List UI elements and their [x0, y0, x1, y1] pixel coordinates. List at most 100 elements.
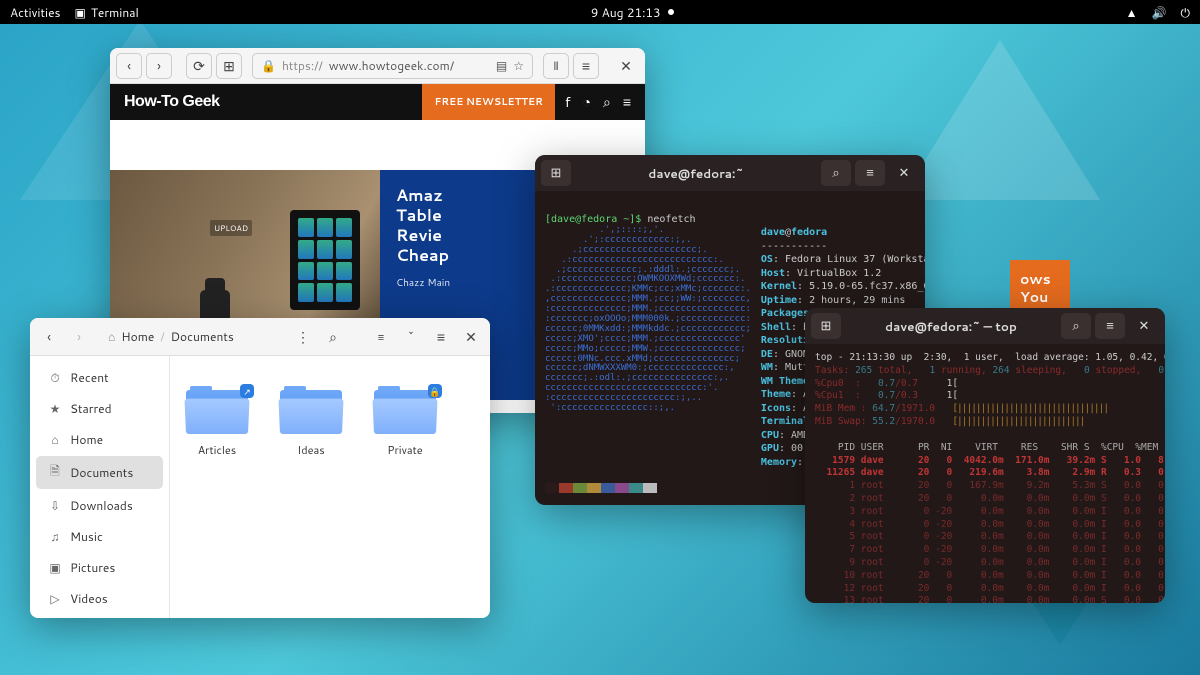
- sidebar-item-icon: 🗎: [48, 462, 62, 483]
- shortcut-badge-icon: ↗: [240, 384, 254, 398]
- terminal-top-window: ⊞ dave@fedora:~ — top ⌕ ≡ ✕ top - 21:13:…: [805, 308, 1165, 603]
- sidebar-item-music[interactable]: ♫ Music: [36, 522, 163, 551]
- power-icon[interactable]: ⏻: [1181, 4, 1191, 21]
- clock-button[interactable]: 9 Aug 21:13: [591, 4, 674, 21]
- sidebar-item-icon: ▷: [48, 590, 62, 607]
- terminal1-close-button[interactable]: ✕: [889, 160, 919, 186]
- folder-ideas[interactable]: Ideas: [280, 386, 342, 458]
- breadcrumb-home[interactable]: Home: [121, 328, 154, 345]
- list-view-button[interactable]: ≡: [368, 324, 394, 350]
- sidebar-item-wastebasket[interactable]: 🗑Wastebasket: [36, 615, 163, 618]
- command: neofetch: [647, 214, 695, 225]
- sidebar-item-icon: ⌂: [48, 431, 62, 448]
- neofetch-ascii: .',;::::;,'. .';:cccccccccccc:;,. .;cccc…: [545, 226, 751, 469]
- folder-label: Articles: [198, 442, 237, 458]
- folder-icon: ↗: [186, 386, 248, 434]
- browser-titlebar: ‹ › ⟳ ⊞ 🔒 https:// www.howtogeek.com/ ▤ ☆…: [110, 48, 645, 84]
- folder-articles[interactable]: ↗ Articles: [186, 386, 248, 458]
- files-forward-button[interactable]: ›: [66, 324, 92, 350]
- site-logo[interactable]: How-To Geek: [124, 93, 220, 111]
- activities-button[interactable]: Activities: [10, 4, 61, 21]
- twitter-icon[interactable]: ◔: [583, 92, 591, 112]
- site-header: How-To Geek FREE NEWSLETTER f ◔ ⌕ ≡: [110, 84, 645, 120]
- notification-dot-icon: [668, 9, 674, 15]
- sidebar-item-recent[interactable]: ⏱ Recent: [36, 363, 163, 392]
- path-menu-button[interactable]: ⋮: [290, 324, 316, 350]
- url-prefix: https://: [282, 57, 323, 74]
- search-icon[interactable]: ⌕: [603, 92, 611, 112]
- sidebar-item-icon: ▣: [48, 559, 62, 576]
- breadcrumb[interactable]: ⌂ Home / Documents: [108, 328, 234, 345]
- clock-label: 9 Aug 21:13: [591, 4, 661, 21]
- files-content[interactable]: ↗ArticlesIdeas🔒Private: [170, 356, 490, 618]
- files-sidebar: ⏱ Recent ★ Starred ⌂ Home 🗎 Documents ⇩ Downloads…: [30, 356, 170, 618]
- files-titlebar: ‹ › ⌂ Home / Documents ⋮ ⌕ ≡ ˇ ≡ ✕: [30, 318, 490, 356]
- site-menu-icon[interactable]: ≡: [623, 92, 631, 112]
- terminal-new-tab-button[interactable]: ⊞: [811, 313, 841, 339]
- terminal-search-button[interactable]: ⌕: [821, 160, 851, 186]
- new-tab-button[interactable]: ⊞: [216, 53, 242, 79]
- sidebar-item-icon: ★: [48, 400, 62, 417]
- terminal-search-button[interactable]: ⌕: [1061, 313, 1091, 339]
- sidebar-item-starred[interactable]: ★ Starred: [36, 394, 163, 423]
- sidebar-item-icon: ⏱: [48, 369, 62, 386]
- sidebar-item-label: Home: [70, 431, 103, 448]
- terminal-menu-button[interactable]: ≡: [855, 160, 885, 186]
- files-window: ‹ › ⌂ Home / Documents ⋮ ⌕ ≡ ˇ ≡ ✕ ⏱ Rece…: [30, 318, 490, 618]
- terminal2-titlebar: ⊞ dave@fedora:~ — top ⌕ ≡ ✕: [805, 308, 1165, 344]
- breadcrumb-current[interactable]: Documents: [171, 328, 234, 345]
- sidebar-item-label: Documents: [70, 464, 133, 481]
- window-close-button[interactable]: ✕: [613, 53, 639, 79]
- facebook-icon[interactable]: f: [565, 92, 571, 112]
- app-menu[interactable]: ▣ Terminal: [75, 4, 139, 21]
- lock-badge-icon: 🔒: [428, 384, 442, 398]
- sidebar-item-label: Music: [70, 528, 103, 545]
- terminal-icon: ▣: [75, 4, 86, 21]
- terminal2-title: dave@fedora:~ — top: [845, 318, 1057, 335]
- sidebar-item-label: Starred: [70, 400, 112, 417]
- folder-icon: [280, 386, 342, 434]
- files-back-button[interactable]: ‹: [36, 324, 62, 350]
- sidebar-item-label: Downloads: [70, 497, 133, 514]
- terminal2-close-button[interactable]: ✕: [1129, 313, 1159, 339]
- folder-private[interactable]: 🔒Private: [374, 386, 436, 458]
- home-icon: ⌂: [108, 328, 115, 345]
- sidebar-item-label: Recent: [70, 369, 109, 386]
- network-icon[interactable]: ▲: [1126, 4, 1138, 21]
- app-menu-label: Terminal: [91, 4, 139, 21]
- wallpaper-shape: [900, 40, 1100, 200]
- sidebar-item-downloads[interactable]: ⇩ Downloads: [36, 491, 163, 520]
- hamburger-menu-button[interactable]: ≡: [573, 53, 599, 79]
- newsletter-button[interactable]: FREE NEWSLETTER: [422, 84, 554, 120]
- files-search-button[interactable]: ⌕: [320, 324, 346, 350]
- reload-button[interactable]: ⟳: [186, 53, 212, 79]
- lock-icon: 🔒: [261, 57, 276, 74]
- sidebar-item-pictures[interactable]: ▣ Pictures: [36, 553, 163, 582]
- sidebar-item-home[interactable]: ⌂ Home: [36, 425, 163, 454]
- sidebar-item-label: Pictures: [70, 559, 115, 576]
- terminal-new-tab-button[interactable]: ⊞: [541, 160, 571, 186]
- files-close-button[interactable]: ✕: [458, 324, 484, 350]
- upload-badge: UPLOAD: [210, 220, 252, 236]
- files-hamburger-button[interactable]: ≡: [428, 324, 454, 350]
- terminal2-body[interactable]: top - 21:13:30 up 2:30, 1 user, load ave…: [805, 344, 1165, 603]
- terminal1-titlebar: ⊞ dave@fedora:~ ⌕ ≡ ✕: [535, 155, 925, 191]
- folder-label: Private: [387, 442, 422, 458]
- url-bar[interactable]: 🔒 https:// www.howtogeek.com/ ▤ ☆: [252, 53, 533, 79]
- url-host: www.howtogeek.com/: [329, 57, 454, 74]
- terminal1-title: dave@fedora:~: [575, 165, 817, 182]
- nav-forward-button[interactable]: ›: [146, 53, 172, 79]
- folder-label: Ideas: [297, 442, 324, 458]
- volume-icon[interactable]: 🔊: [1152, 4, 1167, 21]
- sidebar-item-icon: ♫: [48, 528, 62, 545]
- sidebar-item-videos[interactable]: ▷Videos: [36, 584, 163, 613]
- library-button[interactable]: ⫴: [543, 53, 569, 79]
- view-options-button[interactable]: ˇ: [398, 324, 424, 350]
- sidebar-item-icon: ⇩: [48, 497, 62, 514]
- terminal-menu-button[interactable]: ≡: [1095, 313, 1125, 339]
- reader-mode-icon[interactable]: ▤: [496, 57, 507, 74]
- sidebar-item-documents[interactable]: 🗎 Documents: [36, 456, 163, 489]
- bookmark-star-icon[interactable]: ☆: [513, 57, 524, 74]
- gnome-top-bar: Activities ▣ Terminal 9 Aug 21:13 ▲ 🔊 ⏻: [0, 0, 1200, 24]
- nav-back-button[interactable]: ‹: [116, 53, 142, 79]
